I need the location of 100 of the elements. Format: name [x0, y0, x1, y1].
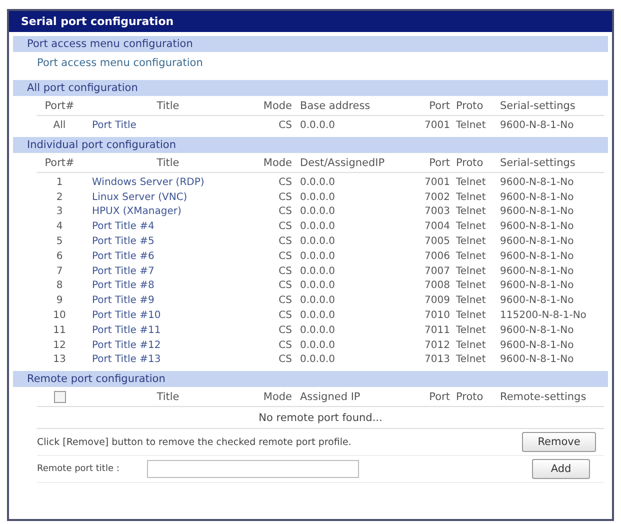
- protocol-header: Proto: [455, 390, 484, 403]
- protocol-cell-text: Telnet: [455, 324, 487, 336]
- port-cell-text: 7007: [424, 266, 450, 277]
- port-title-link[interactable]: Port Title #10: [82, 310, 254, 322]
- port-header: Port: [428, 156, 450, 168]
- settings-cell-text: 9600-N-8-1-No: [499, 295, 575, 306]
- settings-cell-text: 9600-N-8-1-No: [499, 354, 575, 366]
- settings-cell-text: 9600-N-8-1-No: [499, 280, 575, 292]
- settings-cell-text: 115200-N-8-1-No: [499, 310, 588, 322]
- port-cell-text: 7012: [424, 340, 450, 351]
- add-button[interactable]: Add: [532, 459, 590, 480]
- port-title-link[interactable]: Port Title: [82, 120, 254, 131]
- port-header: Port: [428, 100, 450, 112]
- port-title-link[interactable]: Port Title #4: [82, 221, 254, 232]
- port-title-link[interactable]: Port Title #13: [82, 354, 254, 366]
- mode-cell-text: CS: [278, 221, 292, 232]
- protocol-header: Proto: [455, 156, 484, 168]
- port-cell-text: 7002: [424, 192, 450, 203]
- port-cell-text: 7011: [424, 324, 450, 336]
- settings-cell-text: 9600-N-8-1-No: [499, 250, 575, 262]
- port-cell-text: 7006: [424, 250, 450, 262]
- title-header: Title: [156, 156, 180, 168]
- port-number-cell-text: 2: [55, 192, 64, 203]
- mode-cell-text: CS: [278, 120, 292, 131]
- port-cell-text: 7008: [424, 280, 450, 292]
- port-title-link[interactable]: HPUX (XManager): [82, 206, 254, 218]
- mode-header: Mode: [262, 156, 292, 168]
- port-title-link[interactable]: Port Title #11: [82, 324, 254, 336]
- port-title-link[interactable]: Port Title #5: [82, 236, 254, 248]
- address-cell-text: 0.0.0.0: [299, 192, 336, 203]
- port-title-link[interactable]: Port Title #9: [82, 295, 254, 306]
- port-number-header: Port#: [44, 156, 76, 168]
- settings-cell-text: 9600-N-8-1-No: [499, 206, 575, 218]
- port-header: Port: [428, 390, 450, 403]
- port-title-link[interactable]: Linux Server (VNC): [82, 192, 254, 203]
- address-cell-text: 0.0.0.0: [299, 236, 336, 248]
- protocol-cell-text: Telnet: [455, 250, 487, 262]
- title-header: Title: [156, 100, 180, 112]
- protocol-cell-text: Telnet: [455, 176, 487, 188]
- address-header: Assigned IP: [299, 390, 362, 403]
- mode-cell-text: CS: [278, 266, 292, 277]
- field-label: Remote port title :: [37, 464, 120, 474]
- port-cell-text: 7001: [424, 120, 450, 131]
- port-cell-text: 7009: [424, 295, 450, 306]
- remove-button[interactable]: Remove: [522, 432, 596, 452]
- section-heading: Port access menu configuration: [13, 36, 608, 52]
- port-title-link[interactable]: Port Title #6: [82, 250, 254, 262]
- address-cell-text: 0.0.0.0: [299, 310, 336, 322]
- port-cell-text: 7003: [424, 206, 450, 218]
- protocol-cell-text: Telnet: [455, 192, 487, 203]
- mode-cell-text: CS: [278, 340, 292, 351]
- mode-cell-text: CS: [278, 206, 292, 218]
- section-heading: Remote port configuration: [13, 371, 608, 388]
- mode-header: Mode: [262, 390, 292, 403]
- address-cell-text: 0.0.0.0: [299, 280, 336, 292]
- address-header: Dest/AssignedIP: [299, 156, 386, 168]
- mode-cell-text: CS: [278, 310, 292, 322]
- menu-configuration-link[interactable]: Port access menu configuration: [37, 57, 203, 69]
- port-title-link[interactable]: Port Title #8: [82, 280, 254, 292]
- address-cell-text: 0.0.0.0: [299, 324, 336, 336]
- port-number-cell-text: 4: [55, 221, 64, 232]
- port-cell-text: 7001: [424, 176, 450, 188]
- instruction-text: Click [Remove] button to remove the checked remote port profile.: [37, 436, 352, 448]
- section-heading: Individual port configuration: [13, 137, 608, 153]
- port-cell-text: 7010: [424, 310, 450, 322]
- address-header: Base address: [299, 100, 372, 112]
- port-cell-text: 7013: [424, 354, 450, 366]
- port-title-link[interactable]: Port Title #7: [82, 266, 254, 277]
- port-number-cell-text: 9: [55, 295, 64, 306]
- window-title: Serial port configuration: [9, 11, 612, 32]
- mode-header: Mode: [262, 100, 292, 112]
- mode-cell-text: CS: [278, 176, 292, 188]
- port-number-cell-text: 10: [52, 310, 67, 322]
- select-all-checkbox[interactable]: [54, 390, 66, 403]
- remote-port-title-field[interactable]: [147, 460, 359, 478]
- mode-cell-text: CS: [278, 324, 292, 336]
- protocol-cell-text: Telnet: [455, 266, 487, 277]
- protocol-cell-text: Telnet: [455, 295, 487, 306]
- settings-cell-text: 9600-N-8-1-No: [499, 221, 575, 232]
- port-title-link[interactable]: Windows Server (RDP): [82, 176, 254, 188]
- port-number-cell-text: 8: [55, 280, 64, 292]
- port-number-cell-text: 6: [55, 250, 64, 262]
- settings-header: Serial-settings: [499, 100, 576, 112]
- address-cell-text: 0.0.0.0: [299, 206, 336, 218]
- port-number-cell-text: 7: [55, 266, 64, 277]
- settings-header: Serial-settings: [499, 156, 576, 168]
- protocol-header: Proto: [455, 100, 484, 112]
- protocol-cell-text: Telnet: [455, 120, 487, 131]
- address-cell-text: 0.0.0.0: [299, 266, 336, 277]
- port-number-cell-text: 3: [55, 206, 64, 218]
- section-heading: All port configuration: [13, 80, 608, 96]
- protocol-cell-text: Telnet: [455, 280, 487, 292]
- settings-cell-text: 9600-N-8-1-No: [499, 324, 575, 336]
- settings-cell-text: 9600-N-8-1-No: [499, 236, 575, 248]
- port-number-cell-text: 13: [52, 354, 67, 366]
- port-title-link[interactable]: Port Title #12: [82, 340, 254, 351]
- protocol-cell-text: Telnet: [455, 310, 487, 322]
- address-cell-text: 0.0.0.0: [299, 340, 336, 351]
- title-header: Title: [156, 390, 180, 403]
- settings-cell-text: 9600-N-8-1-No: [499, 120, 575, 131]
